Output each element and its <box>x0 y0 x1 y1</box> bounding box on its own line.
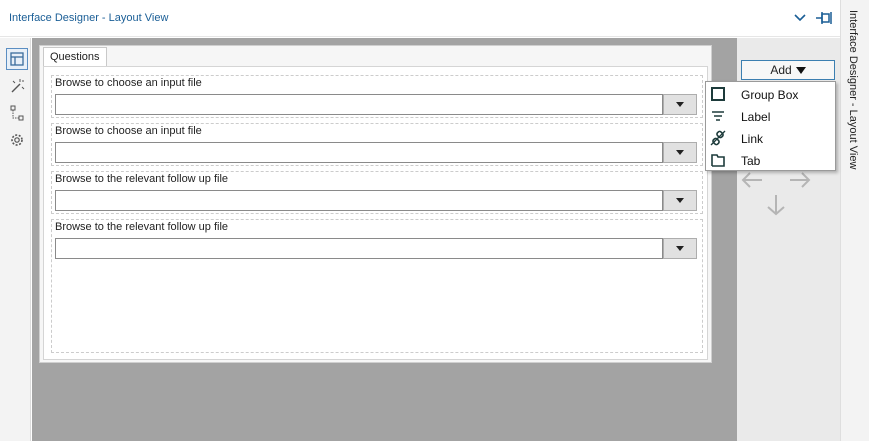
tab-icon <box>711 154 725 167</box>
field-label: Browse to choose an input file <box>55 125 202 137</box>
file-path-input[interactable] <box>55 142 663 163</box>
actions-button[interactable] <box>6 75 28 97</box>
tab-panel: Browse to choose an input file Browse to… <box>43 66 708 360</box>
dropdown-button[interactable] <box>663 190 697 211</box>
menu-item-tab[interactable]: Tab <box>706 149 835 171</box>
arrow-down-icon[interactable] <box>765 193 787 217</box>
add-button-label: Add <box>770 63 792 77</box>
chevron-down-icon <box>676 198 684 203</box>
group-box-icon <box>711 87 725 101</box>
chevron-down-icon <box>676 150 684 155</box>
add-dropdown-menu: Group Box Label Link Tab <box>705 81 836 171</box>
dropdown-button[interactable] <box>663 142 697 163</box>
interface-designer-window: Interface Designer - Layout View Interfa… <box>0 0 869 441</box>
design-canvas: Questions Browse to choose an input file… <box>32 38 737 441</box>
layout-icon <box>10 52 24 66</box>
tree-structure-icon <box>10 105 24 121</box>
file-path-input[interactable] <box>55 238 663 259</box>
file-browse-field[interactable]: Browse to the relevant follow up file <box>51 219 703 353</box>
field-label: Browse to the relevant follow up file <box>55 221 229 233</box>
collapsed-panel-strip[interactable]: Interface Designer - Layout View <box>840 0 869 441</box>
pin-icon[interactable] <box>815 10 833 26</box>
file-browse-field[interactable]: Browse to the relevant follow up file <box>51 171 703 214</box>
properties-button[interactable] <box>6 129 28 151</box>
magic-wand-icon <box>11 79 25 93</box>
left-toolbar <box>0 38 31 441</box>
menu-item-label[interactable]: Label <box>706 105 835 127</box>
file-path-input[interactable] <box>55 190 663 211</box>
chevron-down-icon <box>676 102 684 107</box>
file-browse-field[interactable]: Browse to choose an input file <box>51 75 703 118</box>
vertical-panel-title: Interface Designer - Layout View <box>847 10 859 170</box>
layout-view-button[interactable] <box>6 48 28 70</box>
caret-down-icon <box>795 66 806 74</box>
dropdown-button[interactable] <box>663 238 697 259</box>
panel-title: Interface Designer - Layout View <box>9 12 169 24</box>
menu-item-label-text: Link <box>741 132 764 146</box>
chevron-down-icon[interactable] <box>794 11 806 25</box>
field-label: Browse to choose an input file <box>55 77 202 89</box>
link-icon <box>710 130 726 146</box>
file-browse-field[interactable]: Browse to choose an input file <box>51 123 703 166</box>
file-path-input[interactable] <box>55 94 663 115</box>
menu-item-group-box[interactable]: Group Box <box>706 83 835 105</box>
arrow-left-icon[interactable] <box>740 170 764 190</box>
menu-item-link[interactable]: Link <box>706 127 835 149</box>
chevron-down-icon <box>676 246 684 251</box>
menu-item-label-text: Tab <box>741 154 761 168</box>
arrow-right-icon[interactable] <box>788 170 812 190</box>
menu-item-label: Group Box <box>741 88 799 102</box>
gear-icon <box>11 134 23 146</box>
field-label: Browse to the relevant follow up file <box>55 173 229 185</box>
tab-questions[interactable]: Questions <box>43 47 107 66</box>
form-preview: Questions Browse to choose an input file… <box>39 45 712 363</box>
dropdown-button[interactable] <box>663 94 697 115</box>
label-icon <box>712 111 724 121</box>
add-button[interactable]: Add <box>741 60 835 80</box>
menu-item-label-text: Label <box>741 110 771 124</box>
tree-view-button[interactable] <box>6 102 28 124</box>
header-bar: Interface Designer - Layout View <box>0 0 840 37</box>
